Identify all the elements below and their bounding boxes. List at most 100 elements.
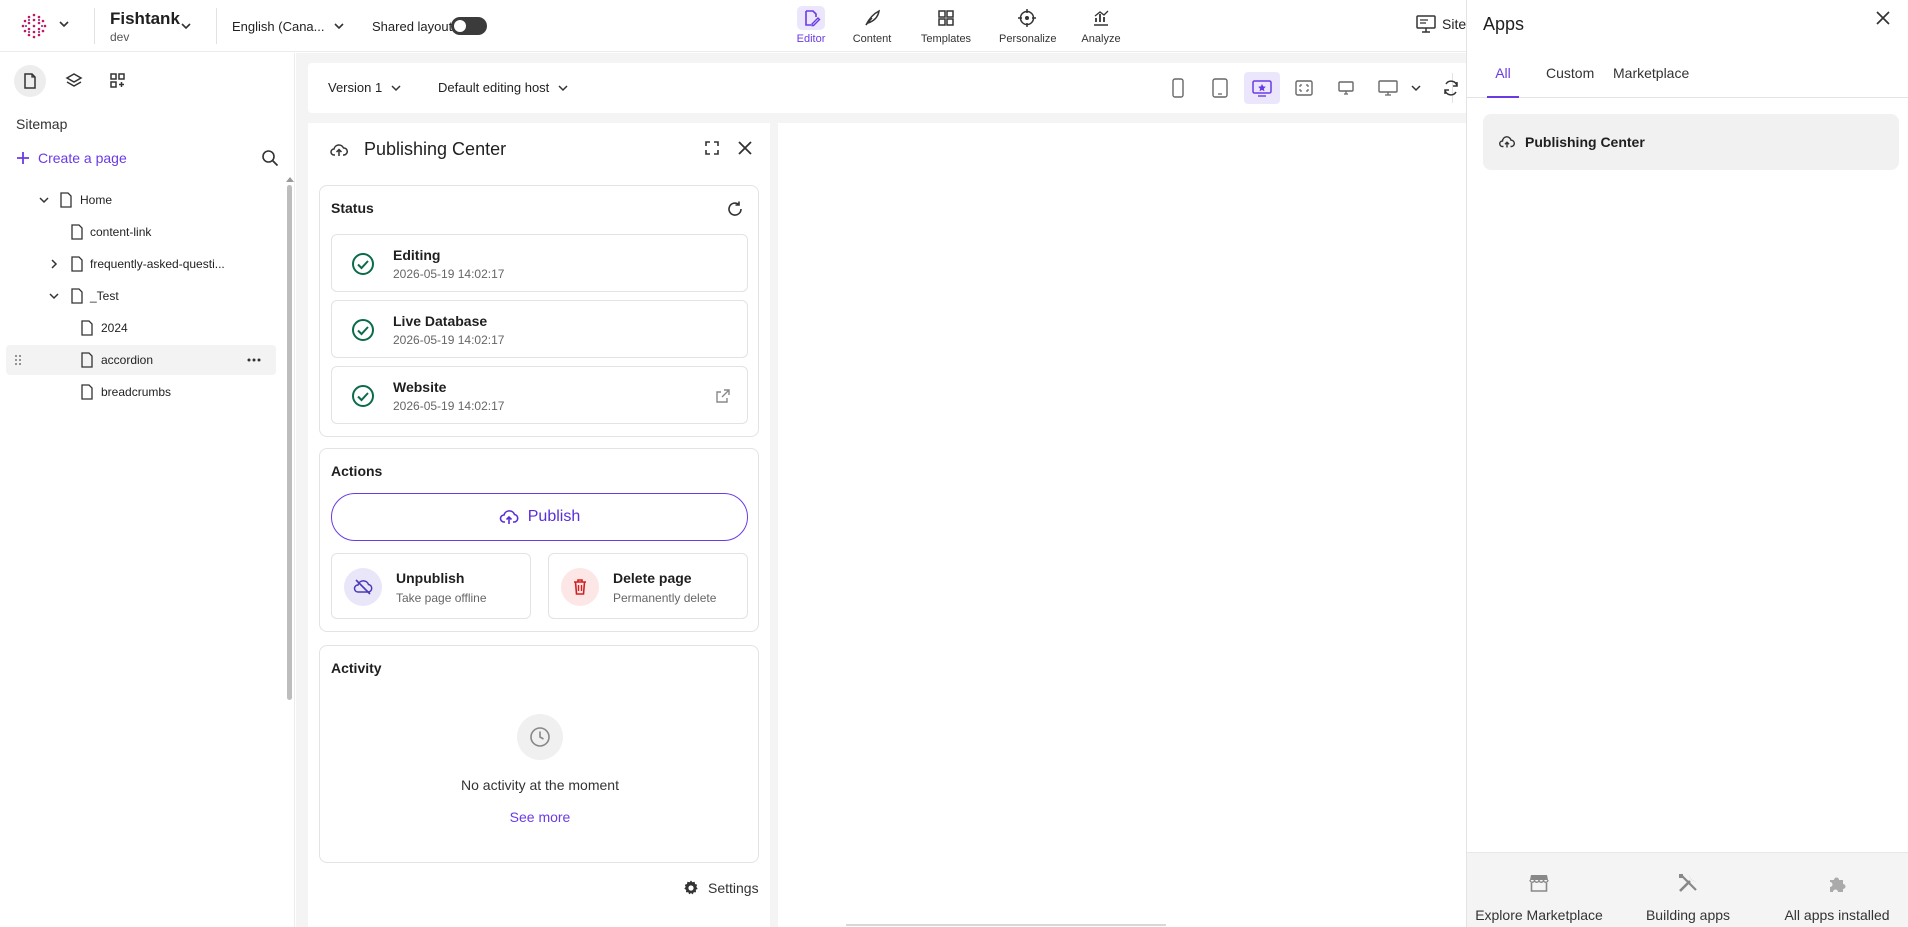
page-icon	[24, 73, 36, 89]
chevron-right-icon[interactable]	[48, 258, 60, 270]
site-environment: dev	[110, 30, 130, 44]
publishing-center-panel: Publishing Center Status Editing 2026-05…	[308, 123, 770, 927]
actions-card: Actions Publish Unpublish Take page offl…	[319, 448, 759, 632]
close-icon[interactable]	[1875, 10, 1891, 26]
analyze-icon	[1089, 6, 1113, 30]
device-tablet-button[interactable]	[1202, 72, 1238, 104]
status-label: Live Database	[393, 313, 488, 329]
tab-marketplace[interactable]: Marketplace	[1613, 65, 1689, 98]
tree-item-accordion[interactable]: accordion	[6, 345, 276, 375]
refresh-icon[interactable]	[1442, 79, 1460, 97]
chevron-down-icon[interactable]	[48, 290, 60, 302]
explore-marketplace-button[interactable]: Explore Marketplace	[1469, 871, 1609, 923]
device-mobile-button[interactable]	[1160, 72, 1196, 104]
device-fullscreen-button[interactable]	[1286, 72, 1322, 104]
chevron-down-icon[interactable]	[38, 194, 50, 206]
cloud-upload-icon	[1499, 136, 1515, 148]
all-apps-installed-button[interactable]: All apps installed	[1767, 871, 1907, 923]
chevron-down-icon[interactable]	[58, 18, 70, 30]
close-icon[interactable]	[736, 139, 754, 157]
apps-footer: Explore Marketplace Building apps All ap…	[1467, 852, 1908, 927]
status-time: 2026-05-19 14:02:17	[393, 267, 505, 281]
cloud-upload-icon	[330, 142, 348, 158]
tree-item-faq[interactable]: frequently-asked-questi...	[6, 249, 276, 279]
tab-custom[interactable]: Custom	[1546, 65, 1594, 98]
app-item-publishing-center[interactable]: Publishing Center	[1483, 114, 1899, 170]
status-label: Website	[393, 379, 447, 395]
editing-host-selector[interactable]: Default editing host	[438, 80, 569, 95]
tab-label: Templates	[920, 33, 972, 45]
version-selector[interactable]: Version 1	[328, 80, 402, 95]
tree-item-2024[interactable]: 2024	[6, 313, 276, 343]
unpublish-button[interactable]: Unpublish Take page offline	[331, 553, 531, 619]
components-view-button[interactable]	[102, 65, 134, 97]
tab-label: Analyze	[1081, 33, 1121, 45]
layers-view-button[interactable]	[58, 65, 90, 97]
check-circle-icon	[351, 384, 375, 408]
tree-item-breadcrumbs[interactable]: breadcrumbs	[6, 377, 276, 407]
divider	[94, 8, 95, 44]
unpublish-label: Unpublish	[396, 570, 465, 586]
see-more-link[interactable]: See more	[320, 809, 760, 825]
plus-icon	[17, 152, 29, 164]
tab-content[interactable]: Content	[844, 6, 900, 48]
create-page-button[interactable]: Create a page	[16, 150, 127, 166]
tree-item-home[interactable]: Home	[6, 185, 276, 215]
expand-icon[interactable]	[704, 140, 720, 156]
scroll-up-arrow[interactable]	[286, 177, 294, 182]
tools-icon	[1676, 871, 1700, 895]
page-icon	[80, 352, 94, 368]
external-link-icon[interactable]	[715, 388, 731, 404]
app-logo-icon[interactable]	[20, 12, 48, 40]
tab-analyze[interactable]: Analyze	[1073, 6, 1129, 48]
chevron-down-icon[interactable]	[180, 20, 192, 32]
delete-page-label: Delete page	[613, 570, 692, 586]
more-options-icon[interactable]	[246, 353, 262, 367]
tab-editor[interactable]: Editor	[783, 6, 839, 48]
language-selector[interactable]: English (Cana...	[232, 19, 325, 34]
status-time: 2026-05-19 14:02:17	[393, 333, 505, 347]
device-custom-button[interactable]	[1244, 72, 1280, 104]
delete-page-button[interactable]: Delete page Permanently delete	[548, 553, 748, 619]
status-label: Editing	[393, 247, 441, 263]
device-more-button[interactable]	[1404, 72, 1428, 104]
store-icon	[1527, 871, 1551, 895]
device-desktop-large-button[interactable]	[1370, 72, 1406, 104]
search-icon[interactable]	[261, 149, 279, 167]
publish-button[interactable]: Publish	[331, 493, 748, 541]
create-page-label: Create a page	[38, 150, 127, 166]
building-apps-button[interactable]: Building apps	[1618, 871, 1758, 923]
tab-personalize[interactable]: Personalize	[999, 6, 1056, 48]
pages-view-button[interactable]	[14, 65, 46, 97]
chevron-down-icon	[1411, 85, 1421, 92]
layers-icon	[65, 73, 83, 87]
actions-title: Actions	[331, 463, 383, 479]
device-desktop-small-button[interactable]	[1328, 72, 1364, 104]
shared-layout-toggle[interactable]	[451, 17, 487, 35]
apps-title: Apps	[1483, 14, 1525, 34]
cloud-off-icon	[344, 568, 382, 606]
page-preview[interactable]	[778, 123, 1470, 927]
tree-item-content-link[interactable]: content-link	[6, 217, 276, 247]
trash-icon	[561, 568, 599, 606]
tree-item-label: breadcrumbs	[101, 385, 172, 399]
status-row-live-database: Live Database 2026-05-19 14:02:17	[331, 300, 748, 358]
settings-button[interactable]: Settings	[682, 879, 759, 897]
sidebar-scrollbar[interactable]	[287, 185, 292, 700]
app-item-label: Publishing Center	[1525, 134, 1645, 150]
tree-item-test[interactable]: _Test	[6, 281, 276, 311]
page-icon	[80, 320, 94, 336]
drag-handle-icon[interactable]	[14, 354, 22, 366]
chevron-down-icon[interactable]	[333, 20, 345, 32]
components-icon	[110, 73, 125, 88]
tab-templates[interactable]: Templates	[918, 6, 974, 48]
site-button[interactable]: Site	[1416, 15, 1466, 33]
clock-icon	[517, 714, 563, 760]
page-icon	[70, 288, 84, 304]
refresh-icon[interactable]	[726, 200, 744, 218]
site-name[interactable]: Fishtank	[110, 9, 180, 29]
tab-all[interactable]: All	[1487, 65, 1519, 98]
activity-empty-text: No activity at the moment	[461, 777, 619, 793]
activity-card: Activity No activity at the moment See m…	[319, 645, 759, 863]
preview-scrollbar[interactable]	[846, 924, 1166, 926]
